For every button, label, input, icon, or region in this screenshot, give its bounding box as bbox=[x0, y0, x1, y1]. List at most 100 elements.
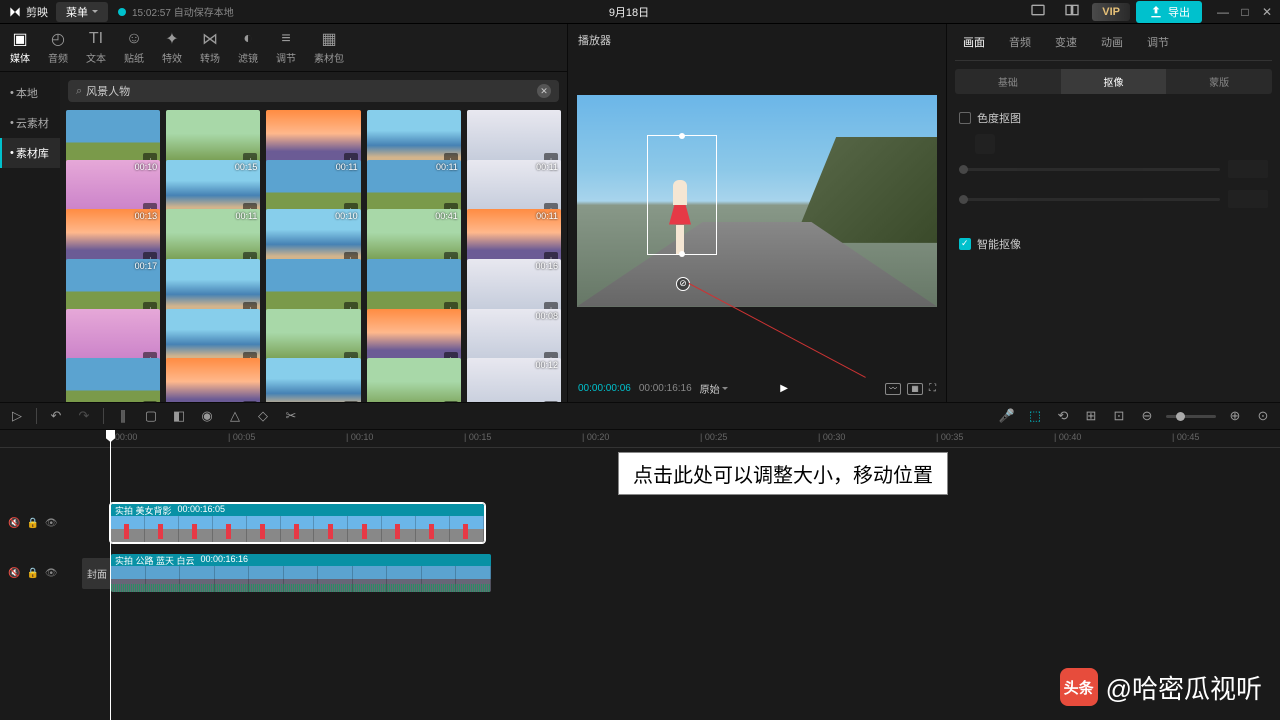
rotate-icon[interactable]: ◇ bbox=[254, 407, 272, 425]
crop-left-icon[interactable]: ◧ bbox=[170, 407, 188, 425]
pointer-icon[interactable]: ▷ bbox=[8, 407, 26, 425]
color-swatch[interactable] bbox=[975, 134, 995, 154]
duration-label: 00:11 bbox=[536, 211, 558, 221]
link-icon[interactable]: ⟲ bbox=[1054, 407, 1072, 425]
delete-icon[interactable]: ▢ bbox=[142, 407, 160, 425]
slider-value[interactable] bbox=[1228, 190, 1268, 208]
duration-label: 00:17 bbox=[135, 261, 158, 271]
tab-filter[interactable]: ◐滤镜 bbox=[238, 30, 258, 65]
prop-tab[interactable]: 画面 bbox=[959, 32, 989, 52]
clip-overlay[interactable]: 实拍 美女背影00:00:16:05 bbox=[110, 503, 485, 543]
tab-sticker[interactable]: ☺贴纸 bbox=[124, 30, 144, 65]
sticker-icon: ☺ bbox=[125, 30, 143, 48]
prop-tab[interactable]: 调节 bbox=[1143, 32, 1173, 52]
checkbox-icon[interactable] bbox=[959, 112, 971, 124]
smart-cutout-row[interactable]: 智能抠像 bbox=[955, 228, 1272, 260]
media-thumbnail[interactable]: ↓ bbox=[166, 358, 260, 402]
duration-label: 00:10 bbox=[335, 211, 358, 221]
timeline-toolbar: ▷ ↶ ↷ ∥ ▢ ◧ ◉ △ ◇ ✂ 🎤 ⬚ ⟲ ⊞ ⊡ ⊖ ⊕ ⊙ bbox=[0, 402, 1280, 430]
mirror-icon[interactable]: △ bbox=[226, 407, 244, 425]
video-track-2[interactable]: 🔇 🔒 👁 实拍 美女背影00:00:16:05 bbox=[0, 498, 1280, 548]
tab-audio[interactable]: ◴音频 bbox=[48, 30, 68, 65]
fullscreen-icon[interactable]: ⛶ bbox=[929, 383, 936, 395]
panels-icon[interactable] bbox=[1058, 0, 1086, 23]
cover-button[interactable]: 封面 bbox=[82, 558, 112, 589]
sidebar-item[interactable]: •云素材 bbox=[0, 108, 60, 138]
checkbox-checked-icon[interactable] bbox=[959, 238, 971, 250]
hide-icon[interactable]: 👁 bbox=[45, 518, 58, 529]
zoom-slider[interactable] bbox=[1166, 415, 1216, 418]
watermark-text: @哈密瓜视听 bbox=[1106, 669, 1262, 706]
clear-search-icon[interactable]: ✕ bbox=[537, 84, 551, 98]
ruler-mark: | 00:15 bbox=[464, 432, 491, 442]
magnet-icon[interactable]: ⬚ bbox=[1026, 407, 1044, 425]
media-thumbnail[interactable]: 00:12 ↓ bbox=[467, 358, 561, 402]
compare-icon[interactable]: 〰 bbox=[885, 383, 901, 395]
tab-media[interactable]: ▣媒体 bbox=[10, 30, 30, 65]
aspect-ratio-button[interactable]: 原始 bbox=[700, 381, 728, 396]
prop-subtab[interactable]: 基础 bbox=[955, 69, 1061, 94]
zoom-fit-icon[interactable]: ⊙ bbox=[1254, 407, 1272, 425]
search-box[interactable]: ⌕ ✕ bbox=[68, 80, 559, 102]
zoom-in-icon[interactable]: ⊕ bbox=[1226, 407, 1244, 425]
layout-icon[interactable] bbox=[1024, 0, 1052, 23]
video-track-1[interactable]: 🔇 🔒 👁 封面 实拍 公路 蓝天 白云00:00:16:16 bbox=[0, 548, 1280, 598]
download-icon[interactable]: ↓ bbox=[143, 401, 157, 402]
tab-transition[interactable]: ⋈转场 bbox=[200, 30, 220, 65]
slider[interactable] bbox=[959, 168, 1220, 171]
ruler-mark: | 00:25 bbox=[700, 432, 727, 442]
adjust-icon: ≡ bbox=[277, 30, 295, 48]
lock-icon[interactable]: 🔒 bbox=[26, 518, 38, 529]
media-thumbnail[interactable]: ↓ bbox=[367, 358, 461, 402]
tab-pack[interactable]: ▦素材包 bbox=[314, 30, 344, 65]
download-icon[interactable]: ↓ bbox=[544, 401, 558, 402]
zoom-out-icon[interactable]: ⊖ bbox=[1138, 407, 1156, 425]
export-button[interactable]: 导出 bbox=[1136, 1, 1202, 23]
duration-label: 00:12 bbox=[535, 360, 558, 370]
slider[interactable] bbox=[959, 198, 1220, 201]
chroma-key-row[interactable]: 色度抠图 bbox=[955, 102, 1272, 134]
close-icon[interactable]: ✕ bbox=[1262, 7, 1272, 17]
play-button[interactable]: ▶ bbox=[780, 383, 788, 394]
crop-icon[interactable]: ✂ bbox=[282, 407, 300, 425]
lock-icon[interactable]: 🔒 bbox=[26, 568, 38, 579]
slider-value[interactable] bbox=[1228, 160, 1268, 178]
download-icon[interactable]: ↓ bbox=[344, 401, 358, 402]
undo-icon[interactable]: ↶ bbox=[47, 407, 65, 425]
mute-icon[interactable]: 🔇 bbox=[8, 568, 20, 579]
prop-tab[interactable]: 音频 bbox=[1005, 32, 1035, 52]
split-icon[interactable]: ∥ bbox=[114, 407, 132, 425]
vip-badge[interactable]: VIP bbox=[1092, 3, 1130, 21]
mute-icon[interactable]: 🔇 bbox=[8, 518, 20, 529]
quality-icon[interactable]: ▦ bbox=[907, 383, 923, 395]
tab-text[interactable]: TI文本 bbox=[86, 30, 106, 65]
playhead-icon[interactable] bbox=[110, 430, 111, 720]
prop-tab[interactable]: 变速 bbox=[1051, 32, 1081, 52]
tab-effect[interactable]: ✦特效 bbox=[162, 30, 182, 65]
property-subtabs: 基础抠像蒙版 bbox=[955, 69, 1272, 94]
menu-button[interactable]: 菜单 bbox=[56, 2, 108, 22]
search-input[interactable] bbox=[86, 85, 537, 97]
minimize-icon[interactable]: — bbox=[1218, 7, 1228, 17]
prop-subtab[interactable]: 抠像 bbox=[1061, 69, 1167, 94]
download-icon[interactable]: ↓ bbox=[444, 401, 458, 402]
selection-box[interactable] bbox=[647, 135, 717, 255]
prop-subtab[interactable]: 蒙版 bbox=[1166, 69, 1272, 94]
clip-main[interactable]: 实拍 公路 蓝天 白云00:00:16:16 bbox=[110, 553, 492, 593]
media-thumbnail[interactable]: ↓ bbox=[66, 358, 160, 402]
maximize-icon[interactable]: □ bbox=[1240, 7, 1250, 17]
preview-icon[interactable]: ⊡ bbox=[1110, 407, 1128, 425]
hide-icon[interactable]: 👁 bbox=[45, 568, 58, 579]
sidebar-item[interactable]: •本地 bbox=[0, 78, 60, 108]
mic-icon[interactable]: 🎤 bbox=[998, 407, 1016, 425]
download-icon[interactable]: ↓ bbox=[243, 401, 257, 402]
timeline-ruler[interactable]: | 00:00| 00:05| 00:10| 00:15| 00:20| 00:… bbox=[0, 430, 1280, 448]
redo-icon[interactable]: ↷ bbox=[75, 407, 93, 425]
media-thumbnail[interactable]: ↓ bbox=[266, 358, 360, 402]
tab-adjust[interactable]: ≡调节 bbox=[276, 30, 296, 65]
snap-icon[interactable]: ⊞ bbox=[1082, 407, 1100, 425]
speed-icon[interactable]: ◉ bbox=[198, 407, 216, 425]
sidebar-item[interactable]: •素材库 bbox=[0, 138, 60, 168]
preview-canvas[interactable]: ⊘ bbox=[577, 95, 937, 307]
prop-tab[interactable]: 动画 bbox=[1097, 32, 1127, 52]
